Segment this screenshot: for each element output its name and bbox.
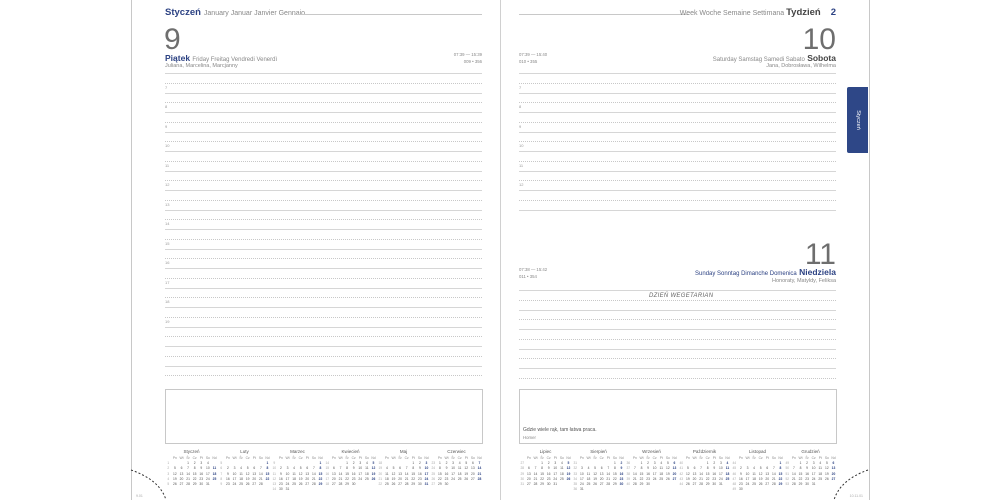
left-ring-arc	[130, 469, 167, 500]
binding-decoration	[130, 469, 869, 500]
right-ring-arc	[833, 469, 869, 500]
